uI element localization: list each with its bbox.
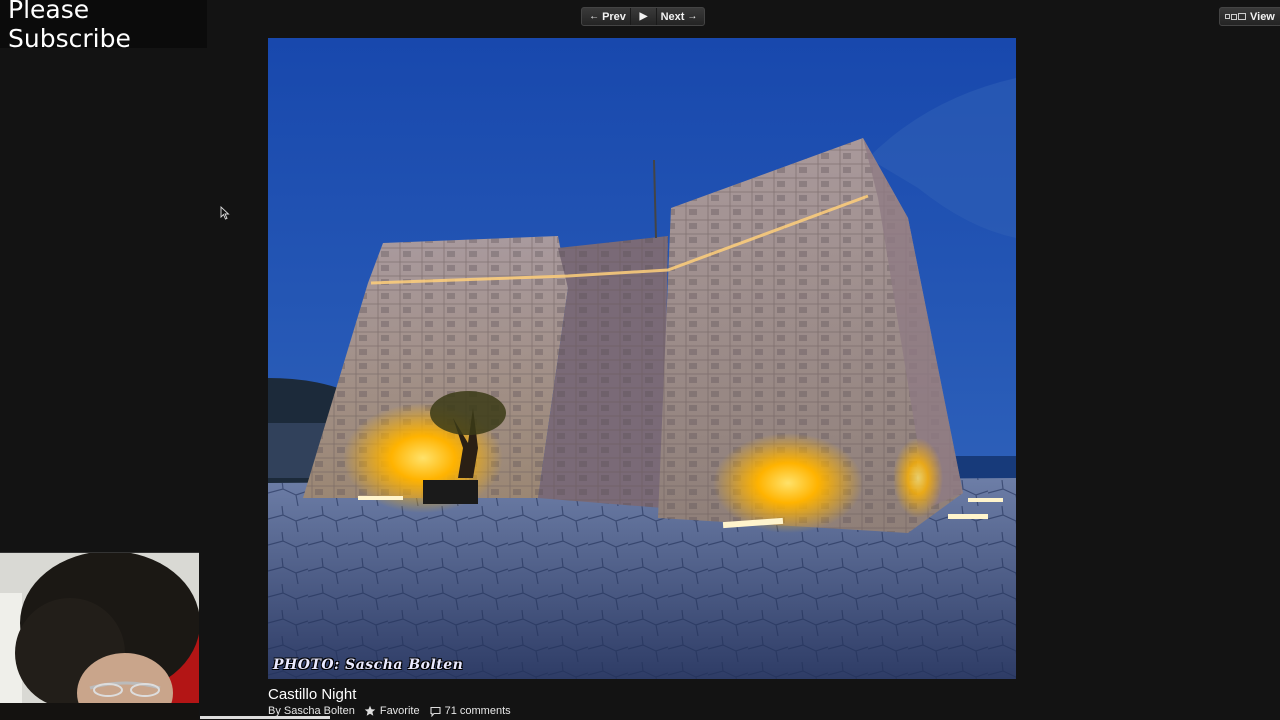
- next-button[interactable]: Next →: [656, 8, 704, 25]
- subscribe-text: Please Subscribe: [8, 0, 131, 53]
- comments-label: 71 comments: [444, 705, 511, 717]
- prev-label: Prev: [602, 10, 626, 23]
- main-photo[interactable]: PHOTO: Sascha Bolten: [268, 38, 1016, 679]
- slideshow-button[interactable]: ▶: [630, 8, 656, 25]
- view-label: View: [1250, 10, 1275, 23]
- next-label: Next: [660, 10, 685, 23]
- castle-photo-image: [268, 38, 1016, 679]
- star-icon: [364, 705, 376, 716]
- comments-link[interactable]: 71 comments: [430, 705, 511, 717]
- comment-icon: [430, 706, 441, 717]
- view-layout-icon: [1225, 13, 1246, 20]
- favorite-label: Favorite: [379, 705, 420, 717]
- arrow-right-icon: →: [687, 11, 698, 22]
- photo-navigation: ← Prev ▶ Next →: [581, 7, 705, 26]
- webcam-overlay: [0, 552, 199, 720]
- app-window: Please Subscribe ← Prev ▶ Next → View PH…: [0, 0, 1280, 720]
- photo-watermark: PHOTO: Sascha Bolten: [273, 657, 464, 673]
- view-button[interactable]: View: [1219, 7, 1280, 26]
- progress-line: [200, 716, 330, 719]
- play-icon: ▶: [639, 11, 648, 22]
- subscribe-overlay: Please Subscribe: [0, 0, 207, 53]
- favorite-button[interactable]: Favorite: [364, 705, 420, 717]
- arrow-left-icon: ←: [589, 11, 600, 22]
- prev-button[interactable]: ← Prev: [582, 8, 630, 25]
- webcam-feed: [0, 553, 199, 720]
- photo-title: Castillo Night: [268, 686, 357, 703]
- mouse-pointer-icon: [220, 206, 230, 220]
